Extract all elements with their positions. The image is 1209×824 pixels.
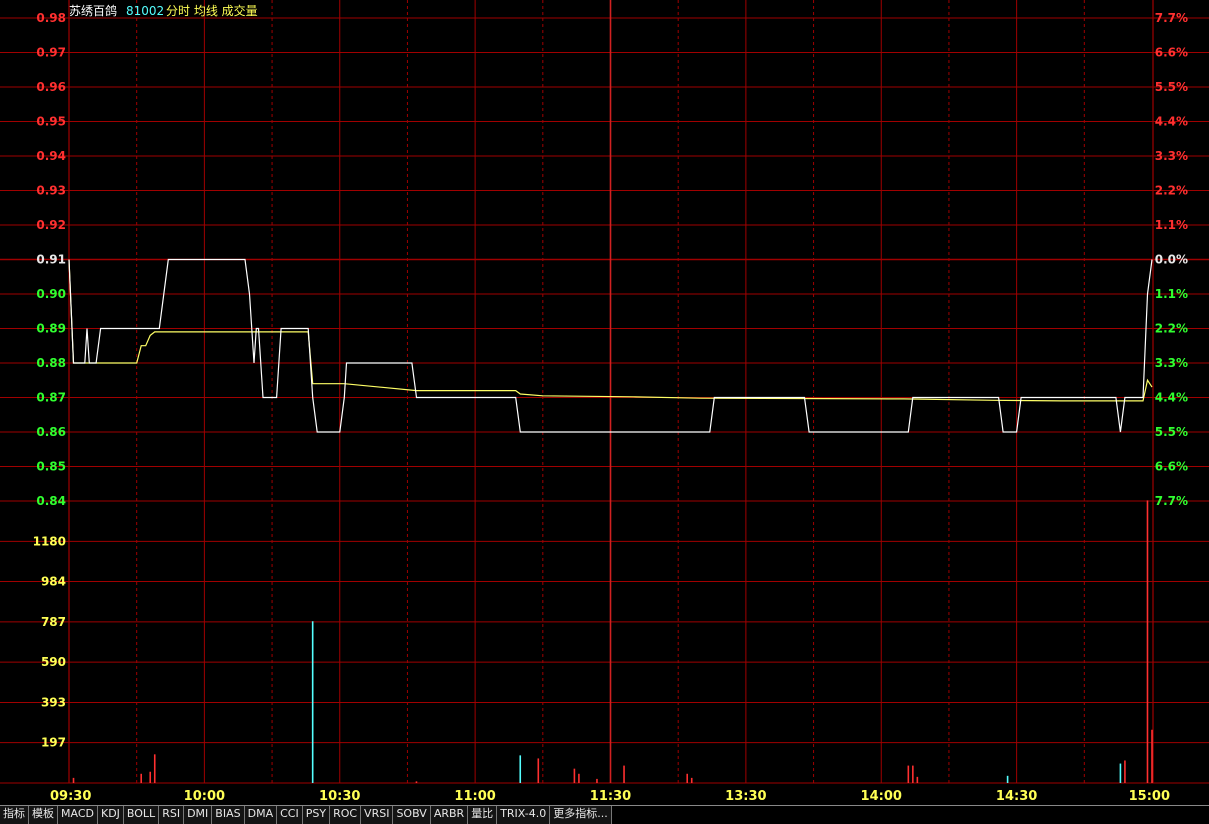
time-tick-label: 10:00 [184, 789, 225, 804]
volume-tick-label: 590 [41, 655, 66, 669]
price-tick-label: 0.86 [36, 425, 66, 439]
percent-tick-label: 5.5% [1155, 425, 1188, 439]
price-tick-label: 0.91 [36, 253, 66, 267]
indicator-tab[interactable]: VRSI [361, 806, 394, 824]
percent-tick-label: 5.5% [1155, 80, 1188, 94]
indicator-tab[interactable]: CCI [277, 806, 303, 824]
indicator-tab[interactable]: KDJ [97, 806, 124, 824]
percent-tick-label: 1.1% [1155, 218, 1188, 232]
price-tick-label: 0.85 [36, 460, 66, 474]
percent-tick-label: 6.6% [1155, 460, 1188, 474]
time-tick-label: 11:30 [590, 789, 631, 804]
indicator-tab[interactable]: 指标 [0, 806, 29, 824]
volume-tick-label: 197 [41, 736, 66, 750]
indicator-tab[interactable]: BOLL [123, 806, 160, 824]
chart-background [0, 0, 1209, 805]
percent-tick-label: 4.4% [1155, 391, 1188, 405]
time-tick-label: 11:00 [454, 789, 495, 804]
percent-tick-label: 6.6% [1155, 46, 1188, 60]
percent-tick-label: 1.1% [1155, 287, 1188, 301]
indicator-tab[interactable]: MACD [58, 806, 98, 824]
volume-tick-label: 393 [41, 696, 66, 710]
price-tick-label: 0.87 [36, 391, 66, 405]
percent-tick-label: 0.0% [1155, 253, 1188, 267]
volume-tick-label: 1180 [33, 534, 66, 548]
stock-name: 苏绣百鸽 [69, 3, 117, 18]
percent-tick-label: 4.4% [1155, 115, 1188, 129]
percent-tick-label: 3.3% [1155, 149, 1188, 163]
indicator-tab[interactable]: DMI [184, 806, 213, 824]
price-tick-label: 0.93 [36, 184, 66, 198]
percent-tick-label: 7.7% [1155, 11, 1188, 25]
percent-tick-label: 2.2% [1155, 184, 1188, 198]
indicator-tab-bar: 指标 模板 MACD KDJ BOLL RSI DMI BIAS DMA CCI PSY ROC VRS… [0, 805, 1209, 824]
price-tick-label: 0.88 [36, 356, 66, 370]
indicator-tab[interactable]: BIAS [212, 806, 245, 824]
percent-tick-label: 2.2% [1155, 322, 1188, 336]
indicator-tab[interactable]: ROC [330, 806, 362, 824]
price-tick-label: 0.96 [36, 80, 66, 94]
time-tick-label: 13:30 [725, 789, 766, 804]
price-tick-label: 0.90 [36, 287, 66, 301]
price-tick-label: 0.89 [36, 322, 66, 336]
time-tick-label: 10:30 [319, 789, 360, 804]
price-tick-label: 0.92 [36, 218, 66, 232]
price-tick-label: 0.84 [36, 494, 66, 508]
price-tick-label: 0.97 [36, 46, 66, 60]
indicator-tab[interactable]: ARBR [430, 806, 469, 824]
indicator-tab[interactable]: SOBV [393, 806, 431, 824]
percent-tick-label: 7.7% [1155, 494, 1188, 508]
percent-tick-label: 3.3% [1155, 356, 1188, 370]
time-tick-label: 14:00 [861, 789, 902, 804]
volume-tick-label: 984 [41, 574, 66, 588]
volume-tick-label: 787 [41, 615, 66, 629]
indicator-tab[interactable]: 更多指标... [550, 806, 612, 824]
time-tick-label: 14:30 [996, 789, 1037, 804]
indicator-tab[interactable]: DMA [244, 806, 278, 824]
indicator-tab[interactable]: PSY [302, 806, 331, 824]
price-tick-label: 0.98 [36, 11, 66, 25]
indicator-tab[interactable]: RSI [159, 806, 185, 824]
stock-code: 81002 [126, 4, 164, 18]
indicator-tab[interactable]: 量比 [468, 806, 498, 824]
indicator-tab[interactable]: 模板 [29, 806, 58, 824]
price-tick-label: 0.94 [36, 149, 66, 163]
price-tick-label: 0.95 [36, 115, 66, 129]
indicator-tab[interactable]: TRIX-4.0 [497, 806, 551, 824]
time-tick-label: 09:30 [50, 789, 91, 804]
intraday-chart[interactable]: 0.98 7.7% 0.97 6.6% 0.96 5.5% 0.95 4.4% 0.94 3.3%… [0, 0, 1209, 805]
indicator-modes[interactable]: 分时 均线 成交量 [166, 3, 258, 18]
time-tick-label: 15:00 [1129, 789, 1170, 804]
